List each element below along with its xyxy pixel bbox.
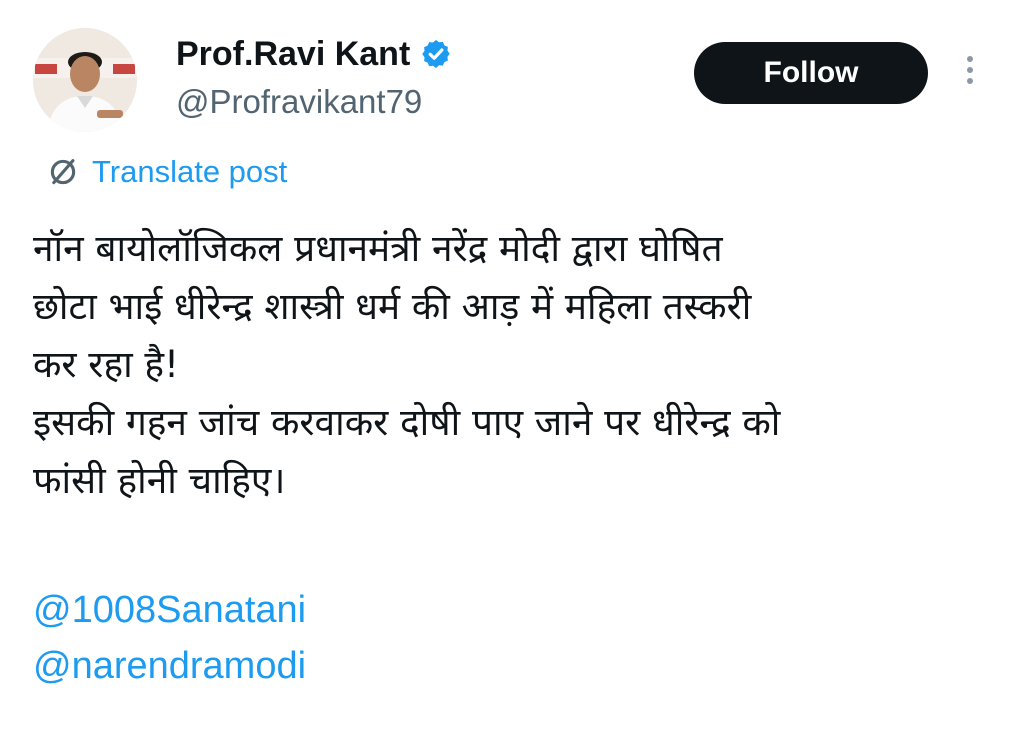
post-text-line: नॉन बायोलॉजिकल प्रधानमंत्री नरेंद्र मोदी… bbox=[33, 227, 723, 270]
follow-button[interactable]: Follow bbox=[694, 42, 928, 104]
post-text-line: इसकी गहन जांच करवाकर दोषी पाए जाने पर धी… bbox=[33, 401, 781, 444]
more-dot bbox=[967, 78, 973, 84]
author-handle[interactable]: @Profravikant79 bbox=[176, 82, 422, 122]
post-mentions: @1008Sanatani @narendramodi bbox=[33, 582, 306, 694]
more-vertical-icon[interactable] bbox=[960, 56, 980, 92]
author-name-row: Prof.Ravi Kant bbox=[176, 34, 452, 74]
more-dot bbox=[967, 67, 973, 73]
post-text: नॉन बायोलॉजिकल प्रधानमंत्री नरेंद्र मोदी… bbox=[33, 220, 1003, 510]
author-display-name[interactable]: Prof.Ravi Kant bbox=[176, 34, 410, 74]
translate-icon bbox=[50, 159, 76, 185]
translate-post-link[interactable]: Translate post bbox=[46, 152, 287, 192]
post-text-line: छोटा भाई धीरेन्द्र शास्त्री धर्म की आड़ … bbox=[33, 285, 752, 328]
more-dot bbox=[967, 56, 973, 62]
avatar-photo bbox=[33, 28, 137, 132]
mention-link-narendramodi[interactable]: @narendramodi bbox=[33, 638, 306, 694]
post-text-line: फांसी होनी चाहिए। bbox=[33, 459, 286, 502]
translate-post-label: Translate post bbox=[92, 154, 288, 189]
verified-badge-icon bbox=[422, 40, 450, 68]
avatar[interactable] bbox=[33, 28, 137, 132]
post-text-line: कर रहा है! bbox=[33, 343, 179, 386]
mention-link-1008sanatani[interactable]: @1008Sanatani bbox=[33, 582, 306, 638]
